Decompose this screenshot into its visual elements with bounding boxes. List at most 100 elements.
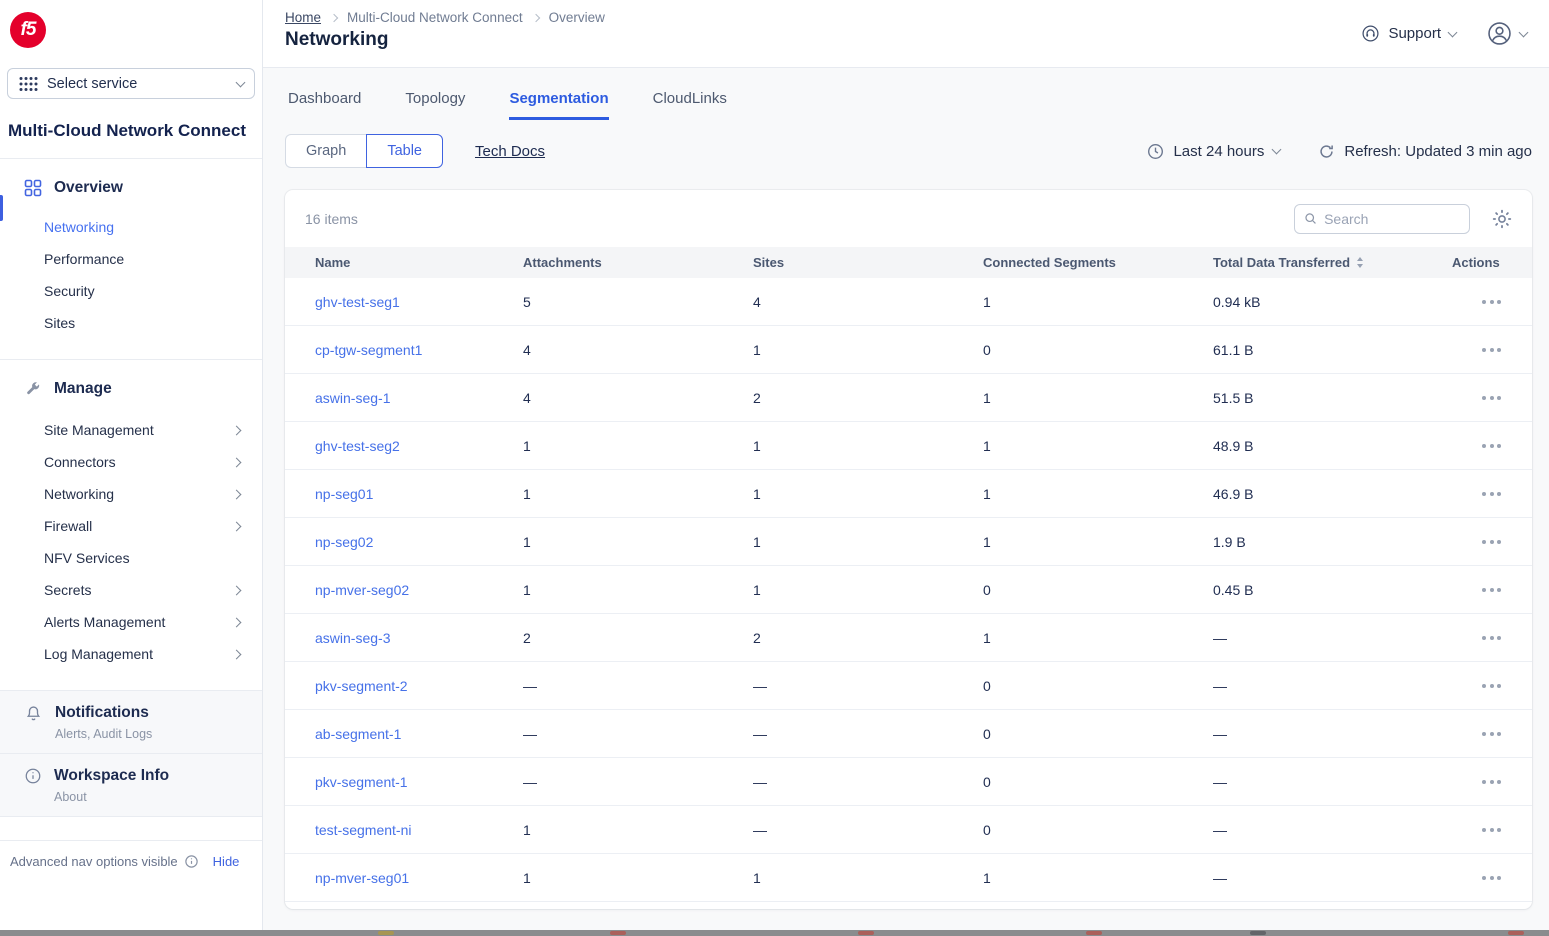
- breadcrumb-service[interactable]: Multi-Cloud Network Connect: [347, 10, 523, 25]
- sidebar-item-performance[interactable]: Performance: [0, 243, 262, 275]
- sidebar-item-security[interactable]: Security: [0, 275, 262, 307]
- row-actions-button[interactable]: [1478, 870, 1516, 886]
- sidebar-spacer: [0, 816, 262, 840]
- page-header: Home Multi-Cloud Network Connect Overvie…: [263, 0, 1549, 68]
- sidebar-section-manage[interactable]: Manage: [24, 376, 262, 402]
- row-actions-button[interactable]: [1478, 438, 1516, 454]
- waffle-grid-icon: [18, 76, 38, 92]
- segment-link[interactable]: ghv-test-seg1: [315, 294, 523, 310]
- account-menu[interactable]: [1486, 20, 1527, 47]
- sidebar-item-alerts-management[interactable]: Alerts Management: [0, 606, 262, 638]
- items-count: 16 items: [305, 211, 358, 227]
- sidebar-section-workspace-info[interactable]: Workspace Info About: [0, 753, 262, 816]
- sidebar-section-overview[interactable]: Overview: [24, 175, 262, 201]
- col-header-connected-segments[interactable]: Connected Segments: [983, 255, 1213, 270]
- chevron-right-icon: [232, 521, 242, 531]
- col-header-sites[interactable]: Sites: [753, 255, 983, 270]
- refresh-icon: [1318, 143, 1335, 160]
- segment-link[interactable]: np-mver-seg01: [315, 870, 523, 886]
- active-section-indicator: [0, 195, 3, 221]
- tab-cloudlinks[interactable]: CloudLinks: [653, 90, 727, 120]
- segments-table-card: 16 items: [285, 190, 1532, 909]
- user-avatar-icon: [1486, 20, 1513, 47]
- toolbar: Graph Table Tech Docs Last 24 hours Refr…: [285, 134, 1532, 168]
- breadcrumb: Home Multi-Cloud Network Connect Overvie…: [285, 10, 605, 25]
- refresh-status-label: Refresh: Updated 3 min ago: [1344, 143, 1532, 160]
- col-header-name[interactable]: Name: [315, 255, 523, 270]
- manage-section-label: Manage: [54, 380, 112, 398]
- sidebar-item-networking[interactable]: Networking: [0, 211, 262, 243]
- chevron-right-icon: [232, 489, 242, 499]
- row-actions-button[interactable]: [1478, 486, 1516, 502]
- workspace-info-sublabel: About: [54, 790, 169, 804]
- sidebar-item-sites[interactable]: Sites: [0, 307, 262, 339]
- time-range-dropdown[interactable]: Last 24 hours: [1147, 143, 1280, 160]
- chevron-down-icon: [236, 77, 246, 87]
- tech-docs-link[interactable]: Tech Docs: [475, 143, 545, 160]
- sidebar-item-nfv-services[interactable]: NFV Services: [0, 542, 262, 574]
- row-actions-button[interactable]: [1478, 534, 1516, 550]
- table-view-button[interactable]: Table: [366, 134, 443, 168]
- col-header-actions: Actions: [1452, 255, 1516, 270]
- row-actions-button[interactable]: [1478, 294, 1516, 310]
- chevron-right-icon: [232, 649, 242, 659]
- segment-link[interactable]: test-segment-ni: [315, 822, 523, 838]
- background-window-strip: [0, 930, 1549, 936]
- col-header-total-data[interactable]: Total Data Transferred: [1213, 255, 1452, 270]
- sidebar-item-connectors[interactable]: Connectors: [0, 446, 262, 478]
- info-icon: [184, 854, 199, 869]
- chevron-right-icon: [232, 585, 242, 595]
- table-settings-button[interactable]: [1492, 209, 1512, 229]
- notifications-label: Notifications: [55, 704, 152, 722]
- row-actions-button[interactable]: [1478, 630, 1516, 646]
- segment-link[interactable]: np-seg01: [315, 486, 523, 502]
- clock-icon: [1147, 143, 1164, 160]
- chevron-down-icon: [1272, 145, 1282, 155]
- tab-topology[interactable]: Topology: [405, 90, 465, 120]
- breadcrumb-home-link[interactable]: Home: [285, 10, 321, 25]
- row-actions-button[interactable]: [1478, 582, 1516, 598]
- row-actions-button[interactable]: [1478, 726, 1516, 742]
- gear-icon: [1492, 209, 1512, 229]
- hide-link[interactable]: Hide: [213, 854, 240, 869]
- sidebar: f5 Select service Multi-Cloud Network Co…: [0, 0, 263, 936]
- sidebar-item-log-management[interactable]: Log Management: [0, 638, 262, 670]
- chevron-right-icon: [232, 457, 242, 467]
- f5-logo: f5: [10, 12, 46, 48]
- graph-view-button[interactable]: Graph: [285, 134, 366, 168]
- segment-link[interactable]: pkv-segment-2: [315, 678, 523, 694]
- segment-link[interactable]: np-seg02: [315, 534, 523, 550]
- segment-link[interactable]: cp-tgw-segment1: [315, 342, 523, 358]
- segment-link[interactable]: ghv-test-seg2: [315, 438, 523, 454]
- service-title: Multi-Cloud Network Connect: [8, 117, 248, 144]
- tab-segmentation[interactable]: Segmentation: [509, 90, 608, 120]
- table-row: cp-tgw-segment1 4 1 0 61.1 B: [285, 326, 1532, 374]
- row-actions-button[interactable]: [1478, 342, 1516, 358]
- view-toggle: Graph Table: [285, 134, 443, 168]
- row-actions-button[interactable]: [1478, 822, 1516, 838]
- search-icon: [1304, 211, 1317, 226]
- col-header-attachments[interactable]: Attachments: [523, 255, 753, 270]
- select-service-dropdown[interactable]: Select service: [7, 68, 255, 99]
- row-actions-button[interactable]: [1478, 774, 1516, 790]
- search-input[interactable]: [1324, 211, 1461, 227]
- segment-link[interactable]: aswin-seg-1: [315, 390, 523, 406]
- sort-icon[interactable]: [1357, 257, 1363, 268]
- sidebar-item-networking-manage[interactable]: Networking: [0, 478, 262, 510]
- sidebar-section-notifications[interactable]: Notifications Alerts, Audit Logs: [0, 690, 262, 753]
- segment-link[interactable]: aswin-seg-3: [315, 630, 523, 646]
- page-title: Networking: [285, 29, 388, 51]
- tab-dashboard[interactable]: Dashboard: [288, 90, 361, 120]
- segment-link[interactable]: pkv-segment-1: [315, 774, 523, 790]
- sidebar-item-firewall[interactable]: Firewall: [0, 510, 262, 542]
- table-row: np-mver-seg01 1 1 1 —: [285, 854, 1532, 902]
- refresh-button[interactable]: Refresh: Updated 3 min ago: [1318, 143, 1532, 160]
- sidebar-item-secrets[interactable]: Secrets: [0, 574, 262, 606]
- segment-link[interactable]: ab-segment-1: [315, 726, 523, 742]
- segment-link[interactable]: np-mver-seg02: [315, 582, 523, 598]
- sidebar-item-site-management[interactable]: Site Management: [0, 414, 262, 446]
- breadcrumb-overview[interactable]: Overview: [549, 10, 605, 25]
- row-actions-button[interactable]: [1478, 390, 1516, 406]
- row-actions-button[interactable]: [1478, 678, 1516, 694]
- support-menu[interactable]: Support: [1361, 24, 1456, 43]
